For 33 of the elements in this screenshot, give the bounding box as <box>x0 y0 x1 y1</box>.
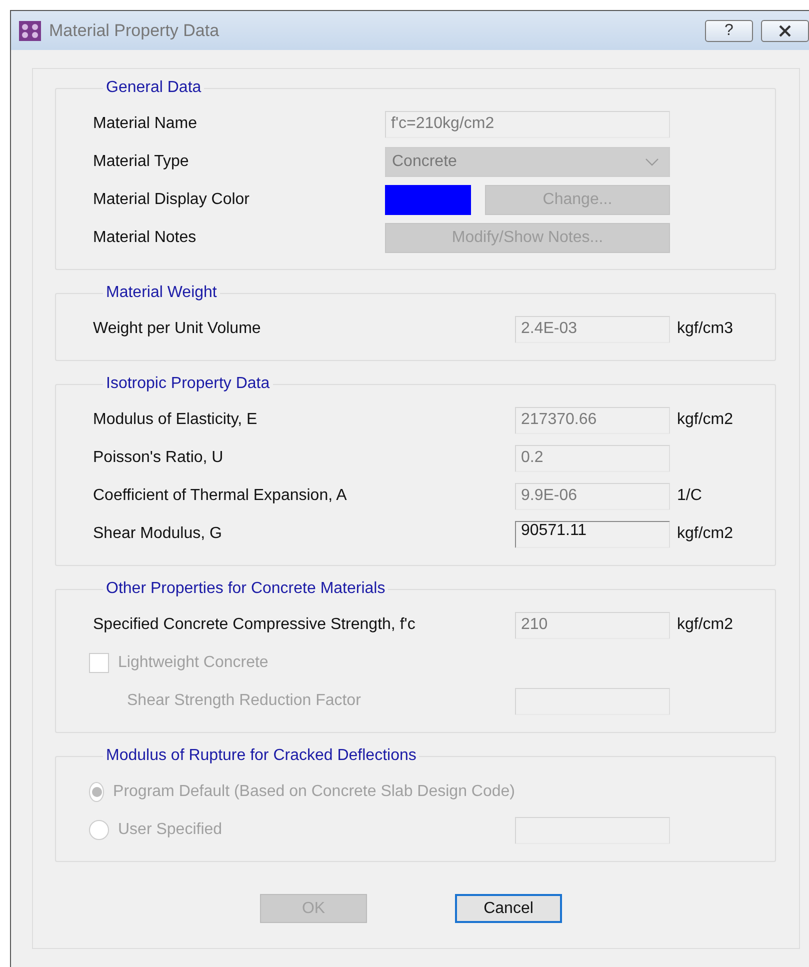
field-label: Coefficient of Thermal Expansion, A <box>93 487 348 505</box>
unit-label: kgf/cm3 <box>676 320 734 338</box>
field-label: Shear Strength Reduction Factor <box>126 692 362 710</box>
group-title: Modulus of Rupture for Cracked Deflections <box>105 747 418 765</box>
unit-label: kgf/cm2 <box>676 411 734 429</box>
field-label: Material Name <box>93 115 198 133</box>
close-icon <box>777 24 793 36</box>
group-title: General Data <box>105 79 202 97</box>
radio-label: Program Default (Based on Concrete Slab Design Code) <box>113 783 515 801</box>
unit-label: kgf/cm2 <box>676 616 734 634</box>
field-label: Material Display Color <box>93 191 250 209</box>
help-button[interactable]: ? <box>705 20 753 42</box>
checkbox-label: Lightweight Concrete <box>118 654 268 672</box>
field-label: Poisson's Ratio, U <box>93 449 224 467</box>
input-field[interactable]: 90571.11 <box>515 520 670 548</box>
chevron-icon <box>645 158 659 166</box>
field-label: Material Notes <box>93 229 198 247</box>
close-button[interactable] <box>761 20 809 42</box>
cancel-button[interactable]: Cancel <box>455 894 562 923</box>
unit-label: kgf/cm2 <box>676 525 734 543</box>
group-title: Material Weight <box>105 284 218 302</box>
group-title: Other Properties for Concrete Materials <box>105 580 386 598</box>
field-label: Shear Modulus, G <box>93 525 223 543</box>
group-title: Isotropic Property Data <box>105 375 271 393</box>
window-title: Material Property Data <box>49 20 220 40</box>
field-label: Weight per Unit Volume <box>93 320 262 338</box>
unit-label: 1/C <box>676 487 703 505</box>
field-label: Modulus of Elasticity, E <box>93 411 258 429</box>
radio-label: User Specified <box>118 821 222 839</box>
field-label: Specified Concrete Compressive Strength, f'c <box>93 616 416 634</box>
input-field[interactable] <box>515 688 670 714</box>
app-icon <box>19 20 41 40</box>
field-label: Material Type <box>93 153 190 171</box>
